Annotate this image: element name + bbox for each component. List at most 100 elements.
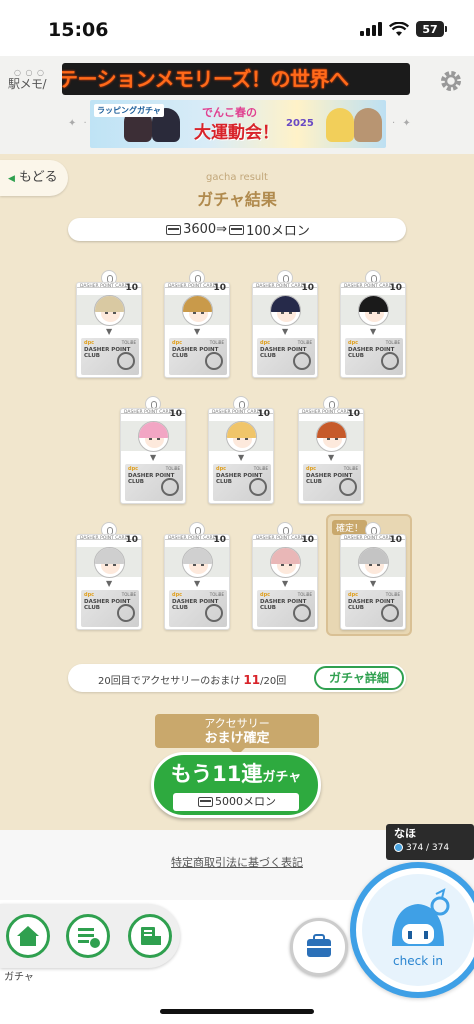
nav-shop-button[interactable]	[128, 914, 172, 958]
card-tag: TOLiBE	[209, 340, 224, 345]
arrow-down-icon: ▼	[370, 579, 377, 588]
card-icon	[229, 224, 245, 235]
result-card[interactable]: DASHER POINT CARD 10 ▼ dpc TOLiBE DASHER POIN…	[208, 396, 274, 504]
card-body: DASHER POINT CARD 10 ▼ dpc TOLiBE DASHER POIN…	[340, 282, 406, 378]
card-tag: TOLiBE	[121, 592, 136, 597]
event-banner[interactable]: ラッピングガチャ でんこ春の 大運動会！ 2025	[90, 100, 386, 148]
card-value: 10	[389, 283, 402, 293]
portrait-eyes	[105, 312, 116, 314]
point-icon	[394, 843, 403, 852]
bonus-current: 11	[243, 673, 261, 687]
cost-arrow: ⇒	[216, 222, 228, 237]
card-tag: TOLiBE	[385, 340, 400, 345]
card-tag: TOLiBE	[121, 340, 136, 345]
result-card[interactable]: DASHER POINT CARD 10 ▼ dpc TOLiBE DASHER POIN…	[76, 270, 142, 378]
card-header: DASHER POINT CARD	[124, 410, 173, 415]
card-value: 10	[213, 283, 226, 293]
gear-icon[interactable]	[438, 68, 464, 94]
status-bar: 15:06 57	[0, 0, 474, 56]
user-points-text: 374 / 374	[406, 843, 450, 853]
nav-list-button[interactable]	[66, 914, 110, 958]
portrait-eyes	[105, 564, 116, 566]
dpc-logo: dpc	[172, 592, 183, 598]
dpc-logo: dpc	[172, 340, 183, 346]
gacha-detail-button[interactable]: ガチャ詳細	[314, 666, 404, 690]
portrait-eyes	[237, 438, 248, 440]
arrow-down-icon: ▼	[194, 327, 201, 336]
card-body: DASHER POINT CARD 10 ▼ dpc TOLiBE DASHER POIN…	[76, 282, 142, 378]
nav-home-button[interactable]	[6, 914, 50, 958]
bonus-text: 20回目でアクセサリーのおまけ 11/20回	[98, 672, 286, 687]
banner-tag: ラッピングガチャ	[94, 104, 164, 117]
card-tag: TOLiBE	[209, 592, 224, 597]
portrait-hair	[227, 422, 256, 438]
dpc-logo: dpc	[260, 592, 271, 598]
card-icon	[198, 797, 213, 807]
card-value: 10	[169, 409, 182, 419]
arrow-down-icon: ▼	[106, 579, 113, 588]
checkin-label: check in	[393, 954, 443, 968]
card-header: DASHER POINT CARD	[302, 410, 351, 415]
user-name: なほ	[394, 827, 416, 840]
dpc-logo: dpc	[128, 466, 139, 472]
banner-character	[326, 108, 354, 142]
sparkle-left: ✦ ·	[68, 118, 89, 129]
card-header: DASHER POINT CARD	[80, 536, 129, 541]
portrait-eyes	[327, 438, 338, 440]
result-card[interactable]: DASHER POINT CARD 10 ▼ dpc TOLiBE DASHER POIN…	[340, 522, 406, 630]
card-icon	[166, 224, 182, 235]
card-header: DASHER POINT CARD	[256, 536, 305, 541]
card-emblem	[339, 478, 357, 496]
card-emblem	[161, 478, 179, 496]
bonus-text-pre: 20回目でアクセサリーのおまけ	[98, 676, 241, 687]
portrait-hair	[95, 548, 124, 564]
card-header: DASHER POINT CARD	[256, 284, 305, 289]
arrow-down-icon: ▼	[238, 453, 245, 462]
checkin-inner: check in	[362, 874, 474, 986]
result-card[interactable]: DASHER POINT CARD 10 ▼ dpc TOLiBE DASHER POIN…	[76, 522, 142, 630]
card-value: 10	[301, 283, 314, 293]
card-value: 10	[389, 535, 402, 545]
result-card[interactable]: DASHER POINT CARD 10 ▼ dpc TOLiBE DASHER POIN…	[252, 270, 318, 378]
character-portrait	[94, 295, 125, 326]
point-card-image: dpc TOLiBE DASHER POINT CLUB	[345, 590, 403, 627]
app-logo[interactable]: ○ ○ ○ 駅メモ/	[8, 68, 47, 92]
status-icons: 57	[360, 21, 447, 37]
arrow-down-icon: ▼	[282, 579, 289, 588]
character-portrait	[182, 547, 213, 578]
result-card[interactable]: DASHER POINT CARD 10 ▼ dpc TOLiBE DASHER POIN…	[298, 396, 364, 504]
result-card[interactable]: DASHER POINT CARD 10 ▼ dpc TOLiBE DASHER POIN…	[164, 522, 230, 630]
result-card[interactable]: DASHER POINT CARD 10 ▼ dpc TOLiBE DASHER POIN…	[252, 522, 318, 630]
point-card-image: dpc TOLiBE DASHER POINT CLUB	[125, 464, 183, 501]
card-emblem	[381, 604, 399, 622]
cost-to: 100メロン	[246, 224, 310, 239]
result-card[interactable]: DASHER POINT CARD 10 ▼ dpc TOLiBE DASHER POIN…	[340, 270, 406, 378]
card-value: 10	[347, 409, 360, 419]
result-card[interactable]: DASHER POINT CARD 10 ▼ dpc TOLiBE DASHER POIN…	[120, 396, 186, 504]
gacha-again-button[interactable]: もう11連ガチャ 5000メロン	[151, 752, 321, 818]
card-value: 10	[213, 535, 226, 545]
card-emblem	[205, 352, 223, 370]
character-portrait	[94, 547, 125, 578]
point-card-image: dpc TOLiBE DASHER POINT CLUB	[257, 338, 315, 375]
portrait-hair	[139, 422, 168, 438]
arrow-down-icon: ▼	[328, 453, 335, 462]
result-card[interactable]: DASHER POINT CARD 10 ▼ dpc TOLiBE DASHER POIN…	[164, 270, 230, 378]
character-portrait	[358, 547, 389, 578]
checkin-button[interactable]: check in	[350, 862, 474, 998]
cost-from: 3600	[183, 222, 217, 237]
character-portrait	[316, 421, 347, 452]
character-portrait	[270, 295, 301, 326]
point-card-image: dpc TOLiBE DASHER POINT CLUB	[169, 338, 227, 375]
portrait-hair	[271, 548, 300, 564]
bag-button[interactable]	[290, 918, 348, 976]
news-ticker[interactable]: テーションメモリーズ！の世界へ	[62, 63, 410, 95]
app-header: ○ ○ ○ 駅メモ/ テーションメモリーズ！の世界へ ✦ · · ✦ ラッピングガ…	[0, 56, 474, 154]
card-body: DASHER POINT CARD 10 ▼ dpc TOLiBE DASHER POIN…	[298, 408, 364, 504]
card-emblem	[381, 352, 399, 370]
signal-icon	[360, 22, 382, 36]
character-portrait	[270, 547, 301, 578]
card-value: 10	[301, 535, 314, 545]
banner-line2: 大運動会！	[194, 123, 279, 143]
card-value: 10	[257, 409, 270, 419]
